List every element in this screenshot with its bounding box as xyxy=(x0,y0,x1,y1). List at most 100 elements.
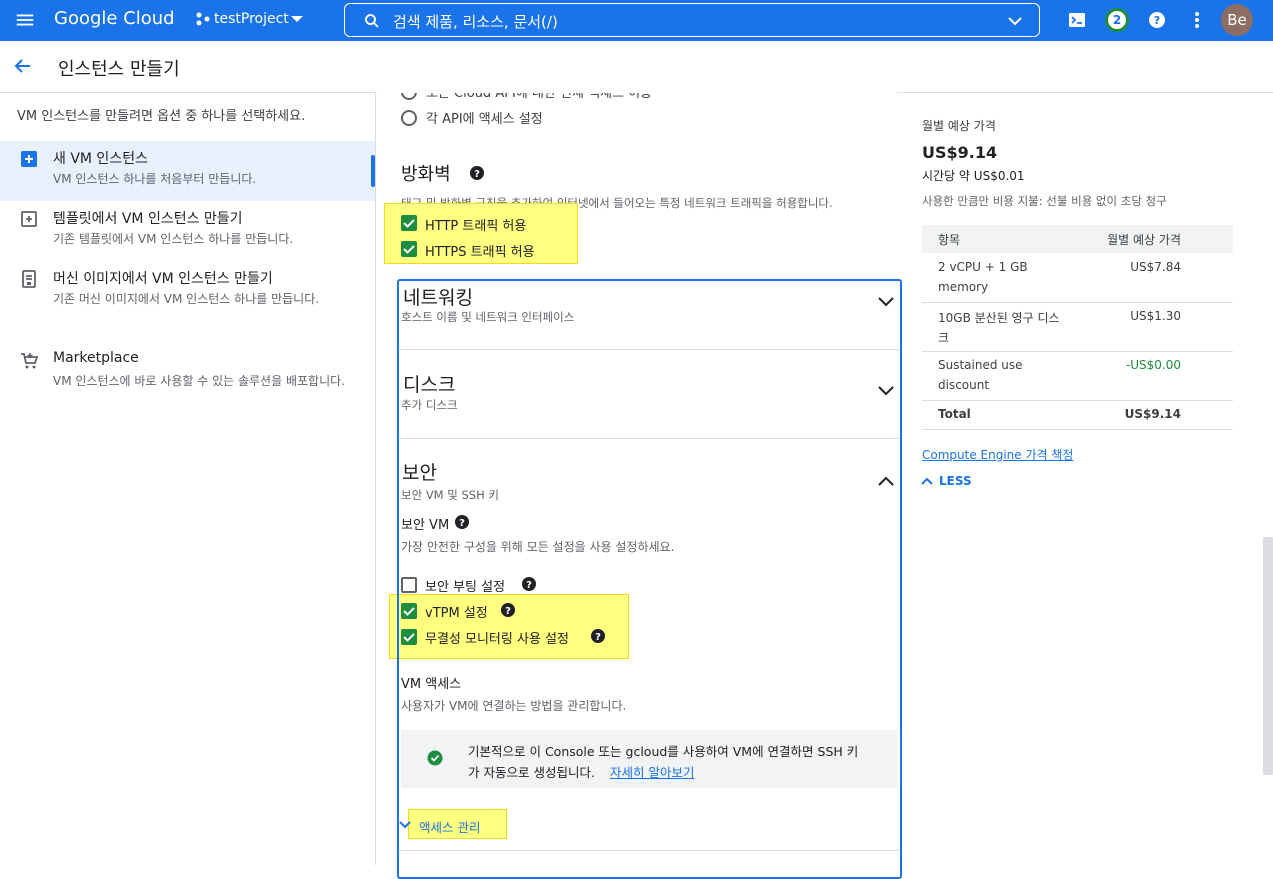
google-cloud-logo[interactable]: Google Cloud xyxy=(54,8,175,29)
learn-more-link[interactable]: 자세히 알아보기 xyxy=(610,762,694,781)
radio-label-per-api-access: 각 API에 액세스 설정 xyxy=(426,112,543,127)
row-price: US$7.84 xyxy=(1130,260,1181,274)
chevron-down-icon[interactable] xyxy=(398,820,412,830)
cloud-shell-icon[interactable] xyxy=(1066,9,1088,31)
pricing-row-total: Total US$9.14 xyxy=(922,401,1233,430)
menu-icon[interactable] xyxy=(14,9,36,31)
more-vert-icon[interactable] xyxy=(1186,9,1208,31)
add-box-icon xyxy=(21,151,37,167)
notice-line1: 기본적으로 이 Console 또는 gcloud를 사용하여 VM에 연결하면… xyxy=(468,744,859,759)
disk-title: 디스크 xyxy=(403,374,456,396)
check-circle-icon xyxy=(427,750,443,766)
search-input[interactable]: 검색 제품, 리소스, 문서(/) xyxy=(344,3,1040,37)
chevron-up-icon[interactable] xyxy=(921,477,933,486)
row-price: US$1.30 xyxy=(1130,309,1181,323)
nav-item-title: 템플릿에서 VM 인스턴스 만들기 xyxy=(53,211,243,227)
row-price: -US$0.00 xyxy=(1125,358,1181,372)
help-icon[interactable]: ? xyxy=(500,602,516,618)
row-item: Total xyxy=(938,407,971,421)
help-icon[interactable]: ? xyxy=(590,628,606,644)
vm-access-desc: 사용자가 VM에 연결하는 방법을 관리합니다. xyxy=(401,699,627,713)
pricing-hourly: 시간당 약 US$0.01 xyxy=(922,169,1025,183)
check-icon xyxy=(403,245,415,254)
search-placeholder: 검색 제품, 리소스, 문서(/) xyxy=(393,13,558,31)
https-checkbox[interactable] xyxy=(401,241,417,257)
row-item-cont: memory xyxy=(938,280,989,294)
pricing-link[interactable]: Compute Engine 가격 책정 xyxy=(922,446,1073,463)
nav-item-desc: VM 인스턴스 하나를 처음부터 만듭니다. xyxy=(53,172,257,186)
project-icon[interactable] xyxy=(195,11,211,27)
pricing-total: US$9.14 xyxy=(922,143,998,162)
radio-per-api-access[interactable] xyxy=(401,110,417,126)
check-icon xyxy=(403,607,415,616)
nav-item-from-template[interactable]: 템플릿에서 VM 인스턴스 만들기 기존 템플릿에서 VM 인스턴스 하나를 만… xyxy=(0,201,375,261)
pricing-table-header: 항목 월별 예상 가격 xyxy=(922,225,1233,253)
svg-text:?: ? xyxy=(1154,14,1160,27)
integrity-monitoring-checkbox[interactable] xyxy=(401,629,417,645)
nav-item-marketplace[interactable]: Marketplace VM 인스턴스에 바로 사용할 수 있는 솔루션을 배포… xyxy=(0,343,375,413)
top-app-bar: Google Cloud testProject 검색 제품, 리소스, 문서(… xyxy=(0,0,1273,41)
chevron-down-icon[interactable] xyxy=(877,296,895,308)
pricing-row: 2 vCPU + 1 GB memory US$7.84 xyxy=(922,253,1233,303)
svg-text:?: ? xyxy=(474,169,480,180)
chevron-down-icon[interactable] xyxy=(877,385,895,397)
nav-item-desc: VM 인스턴스에 바로 사용할 수 있는 솔루션을 배포합니다. xyxy=(53,374,345,388)
pricing-row: Sustained use discount -US$0.00 xyxy=(922,352,1233,401)
add-to-template-icon xyxy=(21,211,37,227)
nav-item-title: 새 VM 인스턴스 xyxy=(53,151,148,167)
networking-section[interactable]: 네트워킹 호스트 이름 및 네트워크 인터페이스 xyxy=(399,281,899,349)
search-icon xyxy=(365,14,379,28)
vtpm-label: vTPM 설정 xyxy=(425,606,488,621)
http-checkbox[interactable] xyxy=(401,215,417,231)
nav-item-title: 머신 이미지에서 VM 인스턴스 만들기 xyxy=(53,271,273,287)
networking-desc: 호스트 이름 및 네트워크 인터페이스 xyxy=(401,310,575,324)
row-item-cont: discount xyxy=(938,378,990,392)
chevron-up-icon[interactable] xyxy=(877,475,895,487)
project-selector[interactable]: testProject xyxy=(214,11,289,27)
row-item: 2 vCPU + 1 GB xyxy=(938,260,1028,274)
less-button[interactable]: LESS xyxy=(939,474,972,488)
https-label: HTTPS 트래픽 허용 xyxy=(425,245,535,260)
svg-text:?: ? xyxy=(595,632,601,643)
nav-item-desc: 기존 머신 이미지에서 VM 인스턴스 하나를 만듭니다. xyxy=(53,292,320,306)
shielded-vm-title: 보안 VM xyxy=(401,518,450,533)
chevron-down-icon[interactable] xyxy=(1007,14,1023,28)
nav-item-from-machine-image[interactable]: 머신 이미지에서 VM 인스턴스 만들기 기존 머신 이미지에서 VM 인스턴스… xyxy=(0,261,375,337)
disk-section[interactable]: 디스크 추가 디스크 xyxy=(399,370,899,438)
avatar[interactable]: Be xyxy=(1221,4,1253,36)
svg-text:?: ? xyxy=(526,580,532,591)
check-icon xyxy=(403,219,415,228)
row-item: 10GB 분산된 영구 디스 xyxy=(938,311,1060,325)
scrollbar-thumb[interactable] xyxy=(1263,537,1273,775)
networking-title: 네트워킹 xyxy=(403,287,473,309)
machine-image-icon xyxy=(22,270,36,288)
create-options-nav: VM 인스턴스를 만들려면 옵션 중 하나를 선택하세요. 새 VM 인스턴스 … xyxy=(0,93,376,865)
nav-intro: VM 인스턴스를 만들려면 옵션 중 하나를 선택하세요. xyxy=(17,109,306,124)
integrity-monitoring-label: 무결성 모니터링 사용 설정 xyxy=(425,632,569,647)
check-icon xyxy=(403,633,415,642)
help-icon[interactable]: ? xyxy=(1146,9,1168,31)
help-icon[interactable]: ? xyxy=(454,514,470,530)
manage-access-button[interactable]: 액세스 관리 xyxy=(419,817,480,836)
divider xyxy=(399,850,899,851)
help-icon[interactable]: ? xyxy=(469,165,485,181)
help-icon[interactable]: ? xyxy=(521,576,537,592)
pricing-row: 10GB 분산된 영구 디스 크 US$1.30 xyxy=(922,303,1233,352)
http-label: HTTP 트래픽 허용 xyxy=(425,219,527,234)
security-desc: 보안 VM 및 SSH 키 xyxy=(401,488,499,502)
nav-item-new-vm[interactable]: 새 VM 인스턴스 VM 인스턴스 하나를 처음부터 만듭니다. xyxy=(0,141,375,201)
back-arrow-icon[interactable] xyxy=(12,56,32,76)
pricing-label: 월별 예상 가격 xyxy=(922,119,996,133)
header-mask xyxy=(377,41,897,93)
pricing-note: 사용한 만큼만 비용 지불: 선불 비용 없이 초당 청구 xyxy=(922,194,1167,208)
security-title: 보안 xyxy=(402,462,437,484)
vtpm-checkbox[interactable] xyxy=(401,603,417,619)
security-section-header[interactable]: 보안 보안 VM 및 SSH 키 xyxy=(399,458,899,508)
row-item: Sustained use xyxy=(938,358,1023,372)
secure-boot-label: 보안 부팅 설정 xyxy=(425,580,506,595)
divider xyxy=(399,438,899,439)
notifications-badge[interactable]: 2 xyxy=(1105,8,1129,32)
secure-boot-checkbox[interactable] xyxy=(401,577,417,593)
caret-down-icon[interactable] xyxy=(290,14,304,24)
row-price: US$9.14 xyxy=(1124,407,1181,421)
